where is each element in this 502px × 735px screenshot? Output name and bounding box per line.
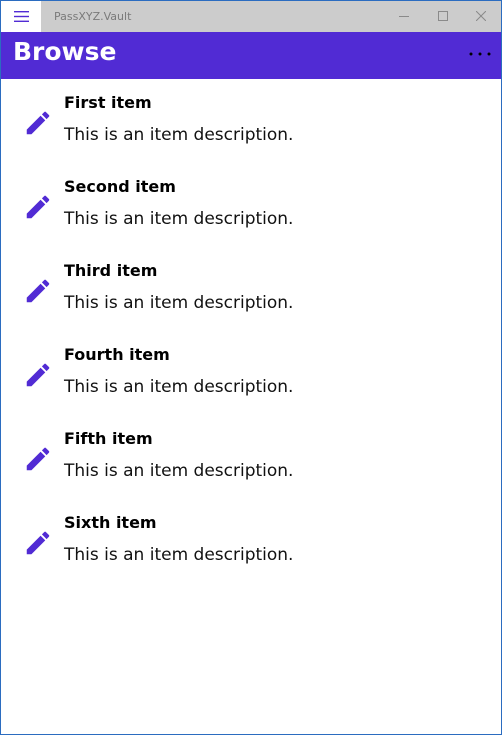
app-window: PassXYZ.Vault Browse First item This is … [0, 0, 502, 735]
hamburger-menu-button[interactable] [1, 1, 41, 32]
item-description: This is an item description. [64, 125, 294, 145]
item-description: This is an item description. [64, 293, 294, 313]
close-button[interactable] [458, 1, 501, 32]
list-item[interactable]: First item This is an item description. [1, 79, 501, 163]
minimize-icon [399, 16, 409, 17]
item-description: This is an item description. [64, 545, 294, 565]
pencil-icon [26, 111, 50, 135]
more-options-icon [469, 52, 491, 56]
close-icon [476, 11, 486, 21]
items-list: First item This is an item description. … [1, 79, 501, 583]
pencil-icon [26, 279, 50, 303]
more-options-button[interactable] [467, 44, 493, 64]
item-name: Fifth item [64, 429, 153, 448]
title-bar: PassXYZ.Vault [1, 1, 501, 32]
pencil-icon [26, 363, 50, 387]
maximize-icon [438, 11, 448, 21]
pencil-icon [26, 195, 50, 219]
list-item[interactable]: Fourth item This is an item description. [1, 331, 501, 415]
item-name: Third item [64, 261, 158, 280]
list-item[interactable]: Third item This is an item description. [1, 247, 501, 331]
item-name: Sixth item [64, 513, 157, 532]
item-name: Fourth item [64, 345, 170, 364]
item-name: Second item [64, 177, 176, 196]
navigation-bar: Browse [1, 32, 501, 79]
pencil-icon [26, 531, 50, 555]
page-title: Browse [13, 37, 117, 66]
item-description: This is an item description. [64, 377, 294, 397]
window-title: PassXYZ.Vault [54, 10, 132, 23]
pencil-icon [26, 447, 50, 471]
item-description: This is an item description. [64, 461, 294, 481]
item-name: First item [64, 93, 152, 112]
list-item[interactable]: Second item This is an item description. [1, 163, 501, 247]
list-item[interactable]: Sixth item This is an item description. [1, 499, 501, 583]
hamburger-menu-icon [14, 11, 29, 22]
item-description: This is an item description. [64, 209, 294, 229]
list-item[interactable]: Fifth item This is an item description. [1, 415, 501, 499]
